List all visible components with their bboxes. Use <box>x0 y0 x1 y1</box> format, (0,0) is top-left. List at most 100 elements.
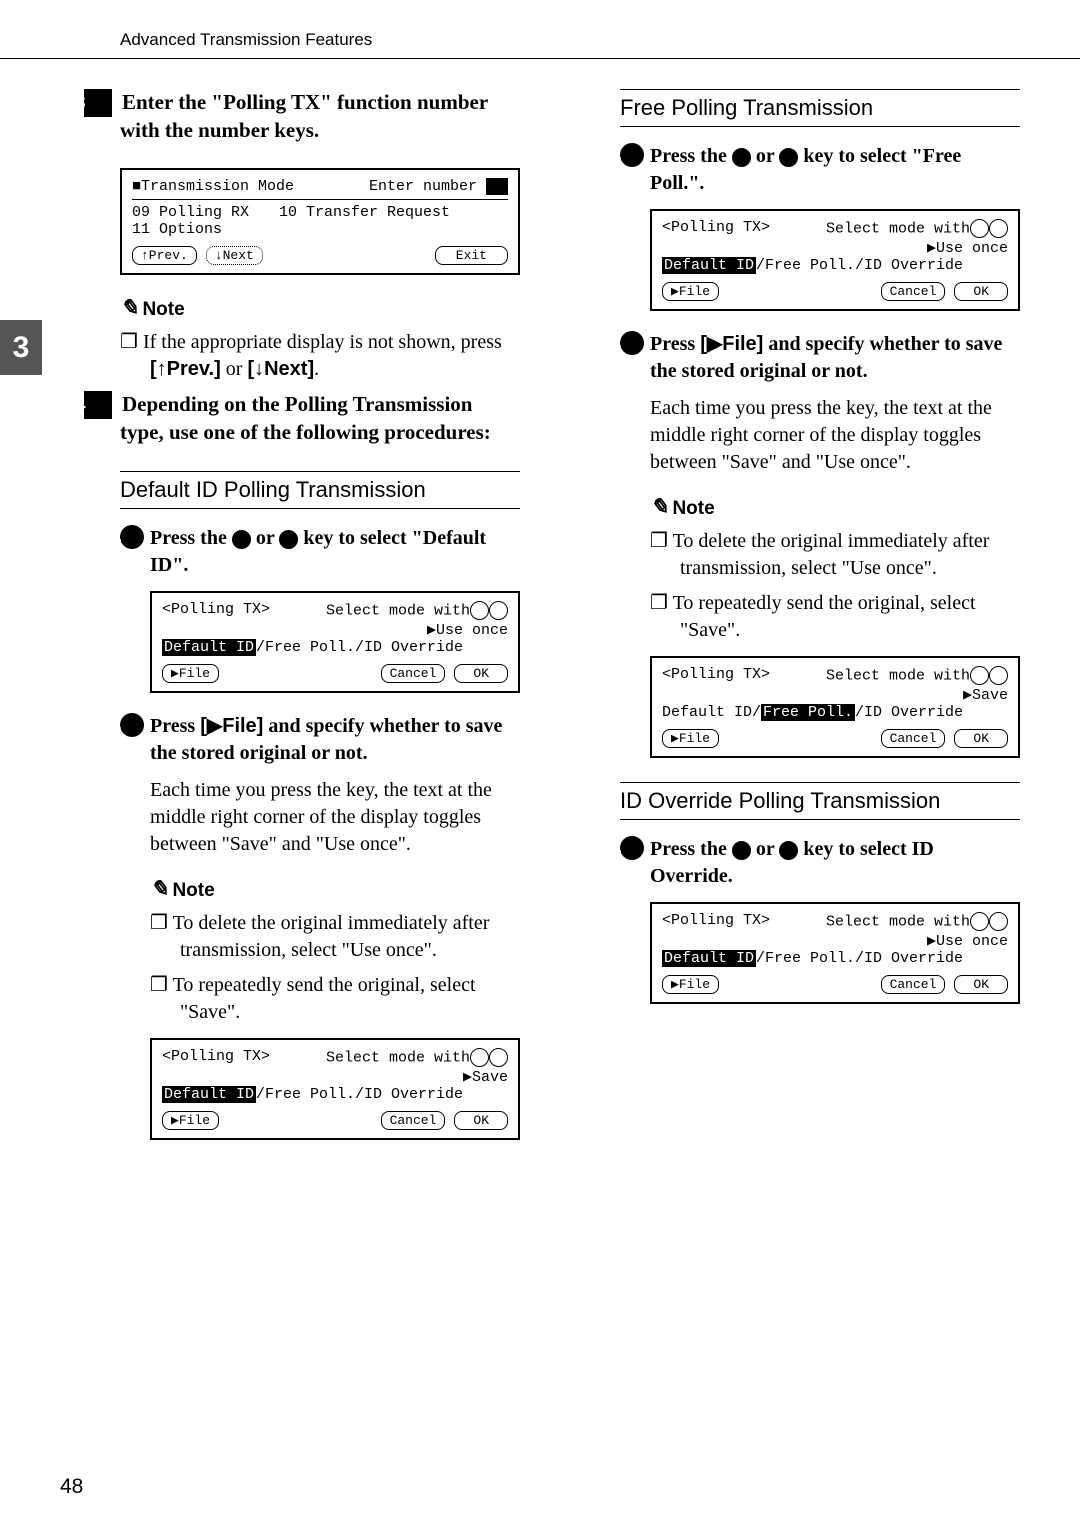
cancel-button-f2[interactable]: Cancel <box>881 729 946 748</box>
lcd-free-2: <Polling TX> Select mode with ▶Save Defa… <box>650 656 1020 758</box>
lcd-polling-label: <Polling TX> <box>162 601 270 620</box>
lcd-transmission-mode: ■Transmission Mode Enter number 09 Polli… <box>120 168 520 275</box>
lcd-free-label: <Polling TX> <box>662 219 770 238</box>
substep-a-default: 1Press the or key to select "Default ID"… <box>150 525 520 579</box>
lcd-opt-11: 11 Options <box>132 221 508 238</box>
lcd-select-mode-2: Select mode with <box>326 1048 508 1067</box>
content-area: 3 Enter the "Polling TX" function number… <box>0 59 1080 1160</box>
ok-button-f2[interactable]: OK <box>954 729 1008 748</box>
circle-1-free: 1 <box>620 143 644 167</box>
file-button-f2[interactable]: ▶File <box>662 729 719 748</box>
lcd-modes-2: Default ID/Free Poll./ID Override <box>162 1086 508 1103</box>
chapter-tab: 3 <box>0 320 42 375</box>
right-arrow-icon-f <box>779 148 798 167</box>
note-bullet-1: If the appropriate display is not shown,… <box>150 329 520 383</box>
note-bullet-d1: To delete the original immediately after… <box>180 910 520 964</box>
step-3-text: Enter the "Polling TX" function number w… <box>120 90 488 142</box>
note-heading-free: Note <box>650 494 1020 520</box>
header-title: Advanced Transmission Features <box>120 30 372 49</box>
right-arrow-icon-o <box>779 841 798 860</box>
lcd-save: ▶Save <box>162 1067 508 1086</box>
lcd-button-row: ↑Prev. ↓Next Exit <box>132 246 508 265</box>
lcd-opt-10: 10 Transfer Request <box>279 204 450 221</box>
lcd-free-modes-2: Default ID/Free Poll./ID Override <box>662 704 1008 721</box>
cancel-button-o[interactable]: Cancel <box>881 975 946 994</box>
lcd-exit-button[interactable]: Exit <box>435 246 508 265</box>
key-next: [↓Next] <box>247 358 314 380</box>
right-column: Free Polling Transmission 1Press the or … <box>570 89 1020 1160</box>
lcd-free-label-2: <Polling TX> <box>662 666 770 685</box>
ok-button-2[interactable]: OK <box>454 1111 508 1130</box>
lcd-override-label: <Polling TX> <box>662 912 770 931</box>
cancel-button-f1[interactable]: Cancel <box>881 282 946 301</box>
lcd-btn-row-2: ▶File Cancel OK <box>162 1111 508 1130</box>
substep-b-default: 2Press [▶File] and specify whether to sa… <box>150 713 520 767</box>
note-bullet-f1: To delete the original immediately after… <box>680 528 1020 582</box>
key-prev: [↑Prev.] <box>150 358 221 380</box>
arrow-right-icon <box>489 601 508 620</box>
file-button-f1[interactable]: ▶File <box>662 282 719 301</box>
body-free: Each time you press the key, the text at… <box>650 395 1020 476</box>
note-heading-1: Note <box>120 295 520 321</box>
lcd-select-mode: Select mode with <box>326 601 508 620</box>
left-arrow-icon-o <box>732 841 751 860</box>
circle-2: 2 <box>120 713 144 737</box>
cancel-button[interactable]: Cancel <box>381 664 446 683</box>
lcd-free-modes: Default ID/Free Poll./ID Override <box>662 257 1008 274</box>
lcd-override: <Polling TX> Select mode with ▶Use once … <box>650 902 1020 1004</box>
lcd-free-select: Select mode with <box>826 219 1008 238</box>
subsection-id-override: ID Override Polling Transmission <box>620 782 1020 820</box>
lcd-use-once: ▶Use once <box>162 620 508 639</box>
substep-a-override: 1Press the or key to select ID Override. <box>650 836 1020 890</box>
lcd-top-row-2: <Polling TX> Select mode with <box>162 1048 508 1067</box>
lcd-opt-09: 09 Polling RX <box>132 204 249 221</box>
body-default: Each time you press the key, the text at… <box>150 777 520 858</box>
right-arrow-icon <box>279 530 298 549</box>
step-number-4: 4 <box>84 391 112 419</box>
left-column: 3 Enter the "Polling TX" function number… <box>70 89 520 1160</box>
substep-a-free: 1Press the or key to select "Free Poll."… <box>650 143 1020 197</box>
lcd-override-modes: Default ID/Free Poll./ID Override <box>662 950 1008 967</box>
lcd-free-select-2: Select mode with <box>826 666 1008 685</box>
ok-button[interactable]: OK <box>454 664 508 683</box>
lcd-override-useonce: ▶Use once <box>662 931 1008 950</box>
lcd-next-button[interactable]: ↓Next <box>206 246 263 265</box>
lcd-override-select: Select mode with <box>826 912 1008 931</box>
lcd-top-row: <Polling TX> Select mode with <box>162 601 508 620</box>
chapter-number: 3 <box>13 331 30 365</box>
lcd-header-row: ■Transmission Mode Enter number <box>132 178 508 200</box>
ok-button-f1[interactable]: OK <box>954 282 1008 301</box>
file-button-2[interactable]: ▶File <box>162 1111 219 1130</box>
circle-1: 1 <box>120 525 144 549</box>
file-button-o[interactable]: ▶File <box>662 975 719 994</box>
cancel-button-2[interactable]: Cancel <box>381 1111 446 1130</box>
note-bullet-d2: To repeatedly send the original, select … <box>180 972 520 1026</box>
lcd-prev-button[interactable]: ↑Prev. <box>132 246 197 265</box>
step-3: 3 Enter the "Polling TX" function number… <box>120 89 520 144</box>
lcd-polling-default-1: <Polling TX> Select mode with ▶Use once … <box>150 591 520 693</box>
left-arrow-icon-f <box>732 148 751 167</box>
lcd-title-right: Enter number <box>369 178 508 195</box>
key-file-free: [▶File] <box>700 333 763 355</box>
step-4-text: Depending on the Polling Transmission ty… <box>120 392 491 444</box>
lcd-options: 09 Polling RX 10 Transfer Request 11 Opt… <box>132 204 508 238</box>
file-button[interactable]: ▶File <box>162 664 219 683</box>
lcd-free-useonce: ▶Use once <box>662 238 1008 257</box>
circle-1-override: 1 <box>620 836 644 860</box>
lcd-polling-label-2: <Polling TX> <box>162 1048 270 1067</box>
arrow-left-icon <box>470 601 489 620</box>
substep-b-free: 2Press [▶File] and specify whether to sa… <box>650 331 1020 385</box>
lcd-btn-row: ▶File Cancel OK <box>162 664 508 683</box>
lcd-modes: Default ID/Free Poll./ID Override <box>162 639 508 656</box>
subsection-free-poll: Free Polling Transmission <box>620 89 1020 127</box>
lcd-title-left: ■Transmission Mode <box>132 178 294 195</box>
ok-button-o[interactable]: OK <box>954 975 1008 994</box>
note-bullet-f2: To repeatedly send the original, select … <box>680 590 1020 644</box>
page-header: Advanced Transmission Features <box>0 0 1080 59</box>
step-4: 4 Depending on the Polling Transmission … <box>120 391 520 446</box>
left-arrow-icon <box>232 530 251 549</box>
subsection-default-id: Default ID Polling Transmission <box>120 471 520 509</box>
circle-2-free: 2 <box>620 331 644 355</box>
lcd-free-1: <Polling TX> Select mode with ▶Use once … <box>650 209 1020 311</box>
note-heading-default: Note <box>150 876 520 902</box>
